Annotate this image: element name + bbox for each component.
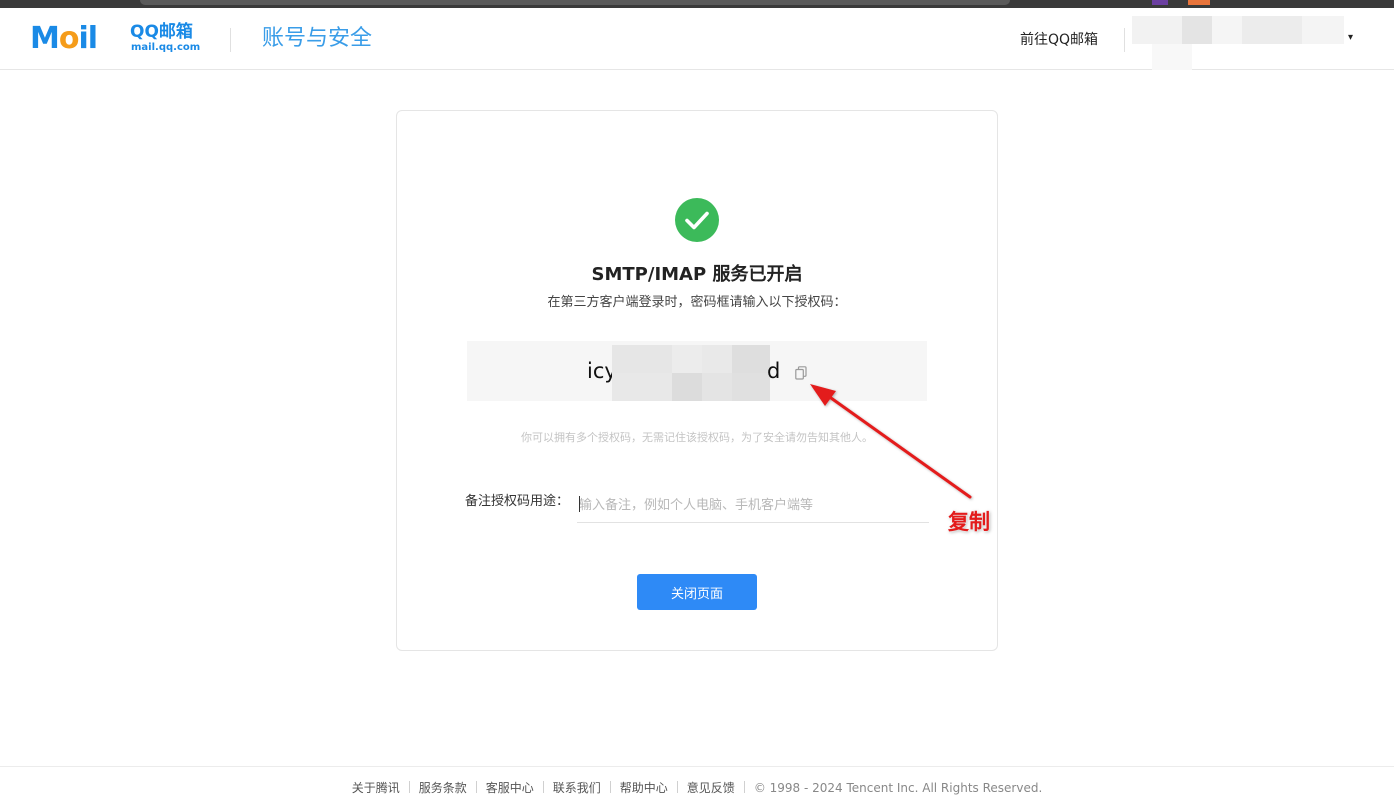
- text-caret: [579, 496, 580, 512]
- footer-link-contact[interactable]: 联系我们: [553, 781, 601, 795]
- footer-link-about[interactable]: 关于腾讯: [352, 781, 400, 795]
- account-name-redacted[interactable]: [1132, 14, 1344, 70]
- footer-separator: [743, 781, 745, 793]
- browser-tab-strip: [140, 0, 1010, 5]
- logo-domain-text: mail.qq.com: [131, 42, 201, 53]
- annotation-label: 复制: [948, 509, 990, 534]
- auth-code-suffix: d: [767, 359, 781, 383]
- qq-mail-logo[interactable]: Moil QQ邮箱 mail.qq.com: [30, 22, 200, 56]
- footer-link-support[interactable]: 客服中心: [486, 781, 534, 795]
- goto-qq-mail-link[interactable]: 前往QQ邮箱: [1020, 30, 1098, 50]
- page-footer: 关于腾讯 服务条款 客服中心 联系我们 帮助中心 意见反馈 © 1998 - 2024 Te…: [0, 766, 1394, 806]
- auth-code-box: icy d: [467, 341, 927, 401]
- browser-extension-icon[interactable]: [1188, 0, 1210, 5]
- auth-code-hint: 你可以拥有多个授权码，无需记住该授权码，为了安全请勿告知其他人。: [521, 431, 873, 444]
- browser-extension-icon[interactable]: [1152, 0, 1168, 5]
- account-dropdown-caret-icon[interactable]: ▾: [1348, 32, 1353, 43]
- footer-separator: [475, 781, 477, 793]
- footer-separator: [408, 781, 410, 793]
- close-page-button[interactable]: 关闭页面: [637, 574, 757, 610]
- footer-separator: [542, 781, 544, 793]
- footer-copyright: © 1998 - 2024 Tencent Inc. All Rights Re…: [753, 781, 1043, 795]
- card-subtitle: 在第三方客户端登录时，密码框请输入以下授权码：: [547, 295, 847, 310]
- card-title: SMTP/IMAP 服务已开启: [591, 264, 803, 285]
- copy-icon[interactable]: [795, 365, 807, 380]
- footer-separator: [676, 781, 678, 793]
- auth-code-redacted: [612, 345, 770, 401]
- success-check-icon: [675, 198, 719, 242]
- note-label: 备注授权码用途：: [465, 494, 570, 509]
- footer-links: 关于腾讯 服务条款 客服中心 联系我们 帮助中心 意见反馈 © 1998 - 2024 Te…: [0, 780, 1394, 796]
- page-header: Moil QQ邮箱 mail.qq.com 账号与安全 前往QQ邮箱 ▾: [0, 8, 1394, 70]
- footer-link-feedback[interactable]: 意见反馈: [687, 781, 735, 795]
- page-title: 账号与安全: [262, 26, 373, 51]
- logo-wordmark: Moil: [30, 21, 98, 56]
- note-input[interactable]: [577, 489, 929, 523]
- footer-link-help[interactable]: 帮助中心: [620, 781, 668, 795]
- header-divider: [1124, 28, 1125, 52]
- logo-cn-text: QQ邮箱: [130, 22, 193, 42]
- footer-separator: [609, 781, 611, 793]
- auth-code-card: SMTP/IMAP 服务已开启 在第三方客户端登录时，密码框请输入以下授权码： …: [396, 110, 998, 651]
- browser-top-strip: [0, 0, 1394, 8]
- footer-link-terms[interactable]: 服务条款: [419, 781, 467, 795]
- header-divider: [230, 28, 231, 52]
